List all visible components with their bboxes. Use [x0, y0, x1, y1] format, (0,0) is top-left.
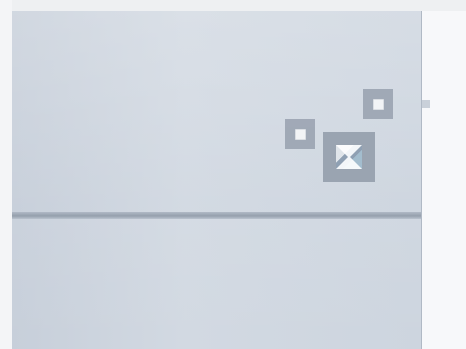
dock-center-glyph: [336, 145, 362, 169]
dock-tab-icon[interactable]: [285, 119, 315, 149]
upper-dock-area: [12, 11, 422, 213]
splitter-notch: [422, 100, 430, 108]
dock-layout-screen: [0, 0, 466, 349]
lower-dock-area: [12, 219, 422, 349]
top-strip: [0, 0, 466, 11]
highlight-icon: [336, 145, 362, 169]
horizontal-splitter[interactable]: [12, 212, 422, 219]
right-pane: [422, 11, 466, 349]
dock-center-icon[interactable]: [323, 132, 375, 182]
dock-tab-icon[interactable]: [363, 89, 393, 119]
left-margin: [0, 0, 12, 349]
